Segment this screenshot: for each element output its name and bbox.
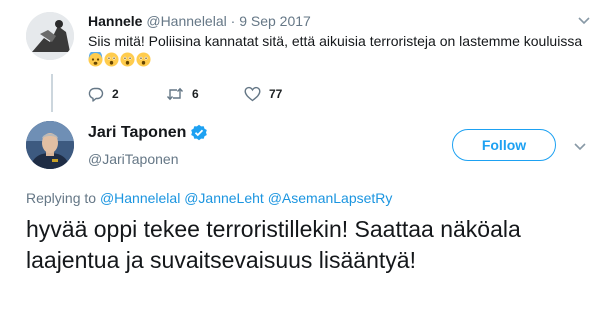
author-handle[interactable]: @JariTaponen — [88, 151, 179, 167]
tweet-date[interactable]: 9 Sep 2017 — [239, 13, 311, 29]
astonished-face-icon — [104, 52, 119, 67]
parent-tweet-text: Siis mitä! Poliisina kannatat sitä, että… — [88, 33, 583, 49]
astonished-face-icon — [120, 52, 135, 67]
parent-tweet-header: Hannele @Hannelelal · 9 Sep 2017 — [88, 13, 311, 29]
author-name-row: Jari Taponen — [88, 124, 208, 142]
more-options-caret[interactable] — [573, 139, 587, 158]
retweet-action[interactable]: 6 — [166, 86, 244, 102]
reply-action[interactable]: 2 — [88, 86, 166, 102]
emoji-row — [88, 52, 151, 67]
like-action[interactable]: 77 — [244, 86, 282, 102]
chevron-down-icon — [578, 17, 590, 25]
retweet-count: 6 — [192, 87, 199, 101]
chevron-down-icon — [574, 143, 586, 151]
author-name[interactable]: Jari Taponen — [88, 124, 186, 142]
author-handle[interactable]: @Hannelelal — [146, 13, 226, 29]
replying-to-line: Replying to @Hannelelal @JanneLeht @Asem… — [26, 190, 392, 206]
mention-link[interactable]: @Hannelelal — [100, 190, 180, 206]
astonished-face-icon — [136, 52, 151, 67]
verified-badge-icon — [191, 124, 208, 141]
header-separator: · — [230, 13, 236, 29]
mention-link[interactable]: @AsemanLapsetRy — [268, 190, 393, 206]
heart-icon — [244, 86, 261, 102]
thread-connector-line — [51, 74, 53, 112]
replying-to-prefix: Replying to — [26, 190, 97, 206]
author-name[interactable]: Hannele — [88, 13, 142, 29]
avatar-image — [26, 121, 74, 169]
more-options-caret[interactable] — [577, 13, 591, 32]
tweet-actions: 2 6 77 — [88, 86, 282, 102]
avatar-image — [26, 12, 74, 60]
reply-count: 2 — [112, 87, 119, 101]
retweet-icon — [166, 87, 184, 101]
follow-button[interactable]: Follow — [452, 129, 556, 161]
fearful-face-icon — [88, 52, 103, 67]
reply-icon — [88, 87, 104, 102]
avatar[interactable] — [26, 12, 74, 60]
mention-link[interactable]: @JanneLeht — [184, 190, 264, 206]
main-tweet-text: hyvää oppi tekee terroristillekin! Saatt… — [26, 216, 521, 273]
like-count: 77 — [269, 87, 283, 101]
avatar[interactable] — [26, 121, 74, 169]
